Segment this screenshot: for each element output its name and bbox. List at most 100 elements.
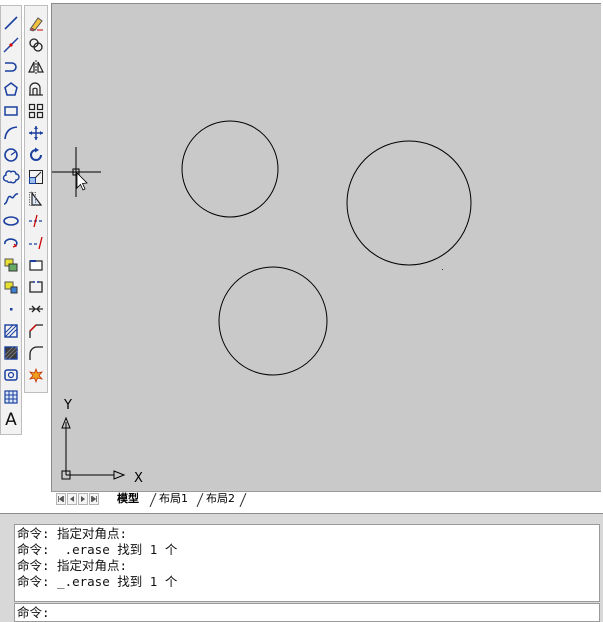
fillet-icon — [29, 346, 43, 360]
insert-block-icon — [4, 258, 18, 272]
ellipse-arc-icon — [4, 238, 18, 248]
stray-point — [442, 269, 443, 270]
offset-tool-button[interactable] — [25, 78, 47, 100]
polygon-icon — [4, 82, 18, 96]
join-icon — [29, 305, 43, 313]
arc-tool-button[interactable] — [1, 122, 21, 144]
multiline-text-icon: A — [5, 410, 17, 430]
cad-application: A Y X 模型 布局1 布局2 命令: 指定对角点: 命令: .erase 找… — [0, 0, 603, 622]
last-tab-button[interactable] — [89, 493, 99, 505]
tab-layout1[interactable]: 布局1 — [151, 492, 192, 507]
region-icon — [4, 369, 18, 381]
construction-line-icon — [3, 37, 19, 53]
draw-toolbar: A — [0, 5, 22, 435]
command-input-row: 命令: — [14, 603, 600, 622]
next-tab-button[interactable] — [78, 493, 88, 505]
break-tool-button[interactable] — [25, 276, 47, 298]
offset-icon — [29, 82, 43, 96]
command-history-line: 命令: 指定对角点: — [17, 526, 128, 541]
command-history-line: 命令: _.erase 找到 1 个 — [17, 574, 178, 589]
make-block-icon — [4, 281, 18, 294]
tab-divider — [239, 493, 247, 507]
extend-tool-button[interactable] — [25, 232, 47, 254]
circle-object-2[interactable] — [346, 140, 472, 266]
ellipse-arc-tool-button[interactable] — [1, 232, 21, 254]
tab-model[interactable]: 模型 — [109, 492, 143, 507]
drawing-canvas[interactable]: Y X — [52, 4, 602, 492]
move-tool-button[interactable] — [25, 122, 47, 144]
rectangle-icon — [4, 106, 18, 116]
layout-tab-bar: 模型 布局1 布局2 — [51, 491, 601, 507]
previous-tab-button[interactable] — [67, 493, 77, 505]
line-tool-button[interactable] — [1, 12, 21, 34]
polyline-tool-button[interactable] — [1, 56, 21, 78]
stretch-icon — [29, 191, 43, 206]
rotate-tool-button[interactable] — [25, 144, 47, 166]
array-tool-button[interactable] — [25, 100, 47, 122]
scale-tool-button[interactable] — [25, 166, 47, 188]
mirror-tool-button[interactable] — [25, 56, 47, 78]
drawing-area[interactable]: Y X — [51, 3, 601, 491]
circle-icon — [4, 148, 18, 162]
move-icon — [29, 126, 43, 140]
table-icon — [4, 390, 18, 404]
multiline-text-tool-button[interactable]: A — [1, 409, 21, 431]
fillet-tool-button[interactable] — [25, 342, 47, 364]
modify-toolbar — [24, 5, 48, 393]
command-history-line: 命令: 指定对角点: — [17, 558, 128, 573]
circle-tool-button[interactable] — [1, 144, 21, 166]
erase-icon — [29, 17, 43, 32]
break-at-point-tool-button[interactable] — [25, 254, 47, 276]
point-icon — [10, 308, 13, 311]
scale-icon — [29, 170, 43, 184]
next-arrow-icon — [81, 496, 85, 502]
first-tab-button[interactable] — [56, 493, 66, 505]
trim-tool-button[interactable] — [25, 210, 47, 232]
chamfer-icon — [29, 324, 43, 338]
point-tool-button[interactable] — [1, 298, 21, 320]
previous-arrow-icon — [70, 496, 74, 502]
table-tool-button[interactable] — [1, 386, 21, 408]
spline-icon — [3, 193, 19, 205]
join-tool-button[interactable] — [25, 298, 47, 320]
line-icon — [4, 16, 18, 30]
mirror-icon — [28, 60, 44, 74]
last-arrow-icon — [91, 496, 97, 502]
spline-tool-button[interactable] — [1, 188, 21, 210]
revision-cloud-tool-button[interactable] — [1, 166, 21, 188]
ellipse-tool-button[interactable] — [1, 210, 21, 232]
chamfer-tool-button[interactable] — [25, 320, 47, 342]
polygon-tool-button[interactable] — [1, 78, 21, 100]
circle-object-3[interactable] — [218, 266, 328, 376]
ucs-icon: Y X — [61, 398, 143, 486]
command-history-line: 命令: .erase 找到 1 个 — [17, 542, 178, 557]
crosshair-cursor — [52, 147, 101, 197]
polyline-icon — [5, 62, 17, 72]
ucs-y-label: Y — [63, 398, 72, 413]
stretch-tool-button[interactable] — [25, 188, 47, 210]
circle-object-1[interactable] — [181, 120, 279, 218]
trim-icon — [29, 214, 43, 228]
construction-line-tool-button[interactable] — [1, 34, 21, 56]
hatch-tool-button[interactable] — [1, 320, 21, 342]
rectangle-tool-button[interactable] — [1, 100, 21, 122]
region-tool-button[interactable] — [1, 364, 21, 386]
command-prompt: 命令: — [17, 605, 50, 620]
ellipse-icon — [3, 216, 19, 226]
break-icon — [29, 281, 43, 293]
ucs-x-label: X — [134, 471, 143, 486]
command-window: 命令: 指定对角点: 命令: .erase 找到 1 个 命令: 指定对角点: … — [0, 513, 603, 622]
command-input[interactable] — [49, 605, 599, 621]
copy-icon — [29, 38, 43, 52]
rotate-icon — [30, 147, 42, 161]
erase-tool-button[interactable] — [25, 12, 47, 34]
explode-tool-button[interactable] — [25, 364, 47, 386]
explode-icon — [28, 367, 44, 384]
insert-block-tool-button[interactable] — [1, 254, 21, 276]
gradient-tool-button[interactable] — [1, 342, 21, 364]
tab-layout2[interactable]: 布局2 — [198, 492, 239, 507]
hatch-icon — [4, 324, 18, 338]
make-block-tool-button[interactable] — [1, 276, 21, 298]
gradient-icon — [4, 346, 18, 360]
copy-tool-button[interactable] — [25, 34, 47, 56]
